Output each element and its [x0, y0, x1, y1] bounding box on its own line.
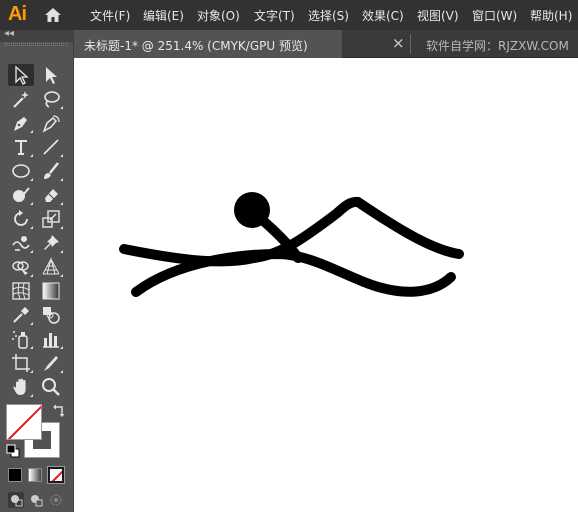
menu-help[interactable]: 帮助(H): [530, 7, 572, 24]
direct-selection-tool[interactable]: [38, 64, 64, 86]
canvas-artwork: [119, 192, 464, 297]
shape-builder-icon: [12, 261, 29, 275]
document-tab-bar: 未标题-1* @ 251.4% (CMYK/GPU 预览) × 软件自学网：RJ…: [74, 30, 578, 58]
mesh-tool[interactable]: [8, 280, 34, 302]
artboard-tool[interactable]: [8, 352, 34, 374]
menu-effect[interactable]: 效果(C): [362, 7, 404, 24]
blend-tool[interactable]: [38, 304, 64, 326]
zoom-icon: [42, 378, 60, 396]
eyedropper-tool[interactable]: [8, 304, 34, 326]
warp-tool[interactable]: [8, 232, 34, 254]
draw-behind-icon[interactable]: [28, 492, 44, 508]
tools-panel: ◂◂: [0, 28, 74, 512]
selection-arrow-icon: [15, 65, 29, 85]
fill-swatch[interactable]: [6, 404, 42, 440]
magic-wand-icon: [13, 91, 29, 108]
shaper-tool[interactable]: [8, 184, 34, 206]
magic-wand-tool[interactable]: [8, 88, 34, 110]
rotate-icon: [14, 210, 28, 226]
ellipse-icon: [12, 164, 30, 178]
slice-icon: [44, 356, 58, 371]
puppet-warp-tool[interactable]: [38, 232, 64, 254]
slice-tool[interactable]: [38, 352, 64, 374]
swap-fill-stroke-icon[interactable]: [52, 404, 66, 418]
lasso-tool[interactable]: [38, 88, 64, 110]
paintbrush-tool[interactable]: [38, 160, 64, 182]
home-icon[interactable]: [44, 6, 62, 24]
menu-view[interactable]: 视图(V): [417, 7, 459, 24]
rotate-tool[interactable]: [8, 208, 34, 230]
panel-grip[interactable]: [4, 43, 68, 46]
pushpin-icon: [44, 235, 59, 250]
artboard-icon: [12, 354, 30, 372]
paintbrush-icon: [44, 162, 59, 179]
close-tab-icon[interactable]: ×: [392, 34, 405, 52]
artboard-canvas[interactable]: [74, 58, 578, 512]
menu-file[interactable]: 文件(F): [90, 7, 130, 24]
curvature-tool[interactable]: [38, 112, 64, 134]
shape-builder-tool[interactable]: [8, 256, 34, 278]
gradient-tool[interactable]: [38, 280, 64, 302]
line-segment-tool[interactable]: [38, 136, 64, 158]
selection-tool[interactable]: [8, 64, 34, 86]
warp-icon: [12, 236, 30, 251]
symbol-sprayer-tool[interactable]: [8, 328, 34, 350]
menu-bar: Ai 文件(F) 编辑(E) 对象(O) 文字(T) 选择(S) 效果(C) 视…: [0, 0, 578, 30]
hand-icon: [13, 378, 26, 395]
tab-divider: [410, 34, 411, 54]
default-fill-stroke-icon[interactable]: [6, 444, 20, 458]
pen-icon: [14, 117, 27, 131]
gradient-button[interactable]: [28, 468, 42, 482]
swimmer-head: [234, 192, 270, 228]
tab-document-title: 未标题-1* @ 251.4% (CMYK/GPU 预览): [84, 39, 308, 53]
none-indicator-icon: [7, 405, 41, 439]
perspective-grid-tool[interactable]: [38, 256, 64, 278]
illustrator-logo[interactable]: Ai: [8, 3, 27, 26]
line-segment-icon: [43, 139, 59, 155]
menu-edit[interactable]: 编辑(E): [143, 7, 184, 24]
none-button[interactable]: [47, 466, 65, 484]
pen-tool[interactable]: [8, 112, 34, 134]
scale-icon: [42, 210, 60, 228]
menu-select[interactable]: 选择(S): [308, 7, 349, 24]
none-icon: [51, 470, 62, 481]
symbol-sprayer-icon: [12, 331, 28, 349]
type-icon: [15, 140, 27, 155]
mesh-icon: [12, 282, 30, 300]
gradient-icon: [42, 282, 60, 300]
perspective-grid-icon: [42, 257, 60, 275]
direct-selection-icon: [46, 67, 57, 84]
column-graph-tool[interactable]: [38, 328, 64, 350]
ellipse-tool[interactable]: [8, 160, 34, 182]
eraser-icon: [45, 189, 58, 202]
tab-watermark-text: 软件自学网：RJZXW.COM: [426, 39, 569, 53]
column-graph-icon: [43, 333, 59, 348]
shaper-icon: [13, 187, 30, 202]
collapse-panel-icon[interactable]: ◂◂: [4, 28, 14, 39]
menu-window[interactable]: 窗口(W): [472, 7, 517, 24]
tab-document[interactable]: 未标题-1* @ 251.4% (CMYK/GPU 预览): [74, 30, 342, 58]
hand-tool[interactable]: [8, 376, 34, 398]
scale-tool[interactable]: [38, 208, 64, 230]
menu-object[interactable]: 对象(O): [197, 7, 240, 24]
draw-normal-icon[interactable]: [8, 492, 24, 508]
eraser-tool[interactable]: [38, 184, 64, 206]
draw-inside-icon[interactable]: [48, 492, 64, 508]
lasso-icon: [44, 91, 60, 108]
zoom-tool[interactable]: [38, 376, 64, 398]
color-button[interactable]: [8, 468, 22, 482]
eyedropper-icon: [13, 307, 29, 323]
menu-type[interactable]: 文字(T): [254, 7, 295, 24]
curvature-pen-icon: [42, 115, 60, 133]
tools-panel-header: ◂◂: [0, 28, 73, 42]
type-tool[interactable]: [8, 136, 34, 158]
blend-icon: [43, 307, 60, 324]
